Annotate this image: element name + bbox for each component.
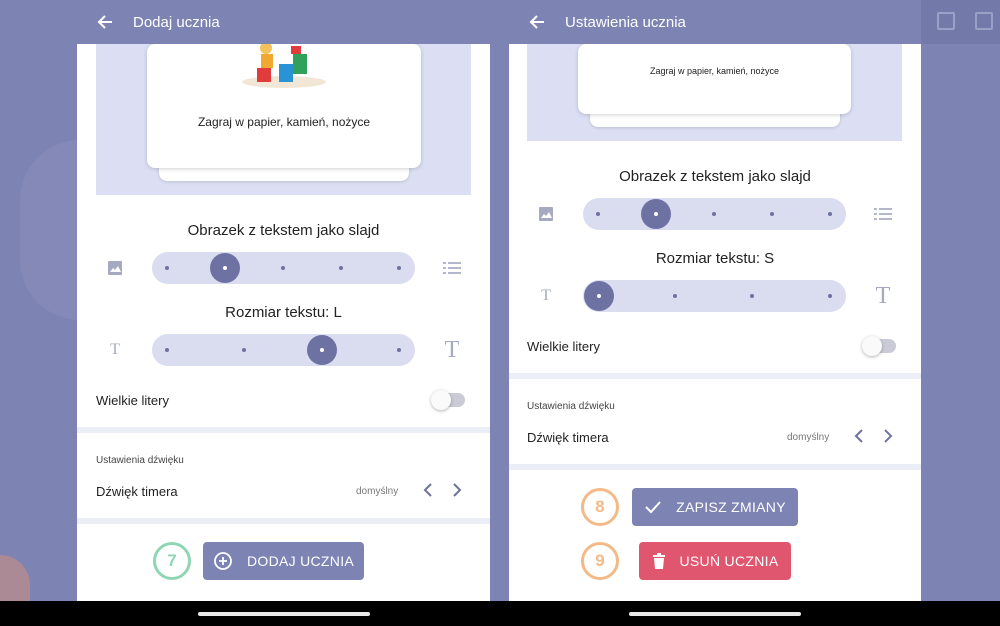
activity-illustration	[242, 44, 326, 88]
slider-knob[interactable]	[641, 199, 671, 229]
uppercase-label: Wielkie litery	[527, 339, 600, 354]
step-badge-7: 7	[153, 542, 191, 580]
delete-student-button[interactable]: USUŃ UCZNIA	[639, 542, 791, 580]
activity-card[interactable]: Zagraj w papier, kamień, nożyce	[578, 44, 851, 114]
slider-step[interactable]	[828, 212, 832, 216]
layout-slider-row	[509, 198, 921, 230]
save-changes-button[interactable]: ZAPISZ ZMIANY	[632, 488, 798, 526]
home-gesture-handle[interactable]	[629, 612, 801, 616]
page-title: Dodaj ucznia	[133, 13, 220, 31]
save-changes-label: ZAPISZ ZMIANY	[676, 499, 786, 515]
plus-circle-icon	[213, 551, 233, 571]
image-icon	[100, 252, 130, 284]
section-divider	[77, 427, 490, 433]
sound-section-label: Ustawienia dźwięku	[96, 455, 184, 466]
text-size-slider[interactable]	[583, 280, 846, 312]
uppercase-toggle[interactable]	[862, 336, 896, 356]
slider-step[interactable]	[673, 294, 677, 298]
slider-step[interactable]	[339, 266, 343, 270]
gallery-icon	[937, 12, 955, 30]
section-divider	[77, 518, 490, 524]
slider-step[interactable]	[770, 212, 774, 216]
slider-step[interactable]	[397, 348, 401, 352]
slider-step[interactable]	[165, 348, 169, 352]
app-bar: Ustawienia ucznia	[509, 0, 921, 44]
add-student-label: DODAJ UCZNIA	[246, 553, 355, 569]
layout-slider[interactable]	[152, 252, 415, 284]
card-text: Zagraj w papier, kamień, nożyce	[649, 66, 780, 76]
step-badge-9: 9	[581, 542, 619, 580]
slider-step[interactable]	[281, 266, 285, 270]
chevron-right-icon[interactable]	[880, 428, 896, 444]
back-arrow-icon	[97, 15, 112, 29]
sound-section-label: Ustawienia dźwięku	[527, 401, 615, 412]
slider-step[interactable]	[828, 294, 832, 298]
home-gesture-handle[interactable]	[198, 612, 370, 616]
delete-student-label: USUŃ UCZNIA	[679, 553, 779, 569]
image-icon	[531, 198, 561, 230]
text-size-slider-row: T T	[509, 280, 921, 312]
layout-slider-row	[77, 252, 490, 284]
timer-sound-label: Dźwięk timera	[527, 430, 609, 445]
text-size-heading: Rozmiar tekstu: S	[655, 250, 775, 267]
section-divider	[509, 373, 921, 379]
chevron-left-icon[interactable]	[851, 428, 867, 444]
add-student-button[interactable]: DODAJ UCZNIA	[203, 542, 364, 580]
slider-knob[interactable]	[210, 253, 240, 283]
text-large-icon: T	[444, 336, 460, 363]
section-divider	[509, 464, 921, 470]
timer-sound-value: domyślny	[356, 486, 399, 497]
card-text: Zagraj w papier, kamień, nożyce	[197, 115, 371, 129]
text-size-heading: Rozmiar tekstu: L	[225, 304, 342, 321]
slide-preview-area: Zagraj w papier, kamień, nożyce	[527, 44, 902, 141]
text-size-slider-row: T T	[77, 334, 490, 366]
slider-step[interactable]	[596, 212, 600, 216]
text-size-slider[interactable]	[152, 334, 415, 366]
list-icon	[437, 252, 467, 284]
uppercase-label: Wielkie litery	[96, 393, 169, 408]
text-small-icon: T	[541, 287, 551, 304]
chevron-left-icon[interactable]	[420, 482, 436, 498]
app-bar: Dodaj ucznia	[77, 0, 490, 44]
step-badge-8: 8	[581, 488, 619, 526]
trash-icon	[652, 553, 666, 569]
page-title: Ustawienia ucznia	[565, 13, 686, 31]
add-student-screen: Dodaj ucznia Zagraj w papier, kamień, no…	[77, 0, 490, 601]
slider-step[interactable]	[750, 294, 754, 298]
background-toolbar	[920, 0, 1000, 44]
timer-sound-value: domyślny	[787, 432, 830, 443]
slider-knob[interactable]	[584, 281, 614, 311]
background-shape-orange	[0, 555, 30, 605]
uppercase-toggle[interactable]	[431, 390, 465, 410]
activity-card[interactable]: Zagraj w papier, kamień, nożyce	[147, 44, 421, 168]
text-small-icon: T	[110, 341, 120, 358]
gallery-icon	[975, 12, 993, 30]
slider-step[interactable]	[242, 348, 246, 352]
layout-heading: Obrazek z tekstem jako slajd	[187, 222, 380, 239]
back-arrow-icon	[529, 15, 544, 29]
slider-step[interactable]	[712, 212, 716, 216]
slider-knob[interactable]	[307, 335, 337, 365]
back-button[interactable]	[77, 0, 133, 44]
text-large-icon: T	[875, 282, 891, 309]
slider-step[interactable]	[165, 266, 169, 270]
chevron-right-icon[interactable]	[449, 482, 465, 498]
slide-preview-area: Zagraj w papier, kamień, nożyce	[96, 44, 471, 195]
layout-slider[interactable]	[583, 198, 846, 230]
slider-step[interactable]	[397, 266, 401, 270]
timer-sound-label: Dźwięk timera	[96, 484, 178, 499]
system-navigation-bar	[0, 601, 1000, 626]
layout-heading: Obrazek z tekstem jako slajd	[619, 168, 811, 185]
back-button[interactable]	[509, 0, 565, 44]
list-icon	[868, 198, 898, 230]
check-icon	[644, 500, 662, 514]
student-settings-screen: Ustawienia ucznia Zagraj w papier, kamie…	[509, 0, 921, 601]
